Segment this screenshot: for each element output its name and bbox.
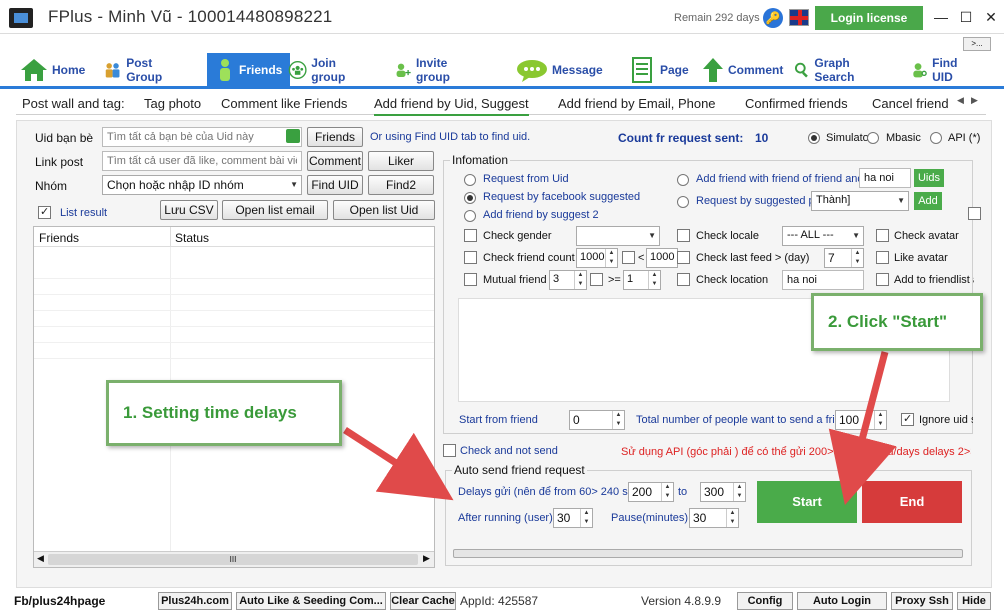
version: Version 4.8.9.9	[641, 594, 722, 608]
hide-button[interactable]: Hide	[957, 592, 991, 610]
arrow-to-delays	[343, 427, 454, 501]
plus24h-button[interactable]: Plus24h.com	[158, 592, 232, 610]
proxy-ssh-button[interactable]: Proxy Ssh	[891, 592, 953, 610]
config-button[interactable]: Config	[737, 592, 793, 610]
auto-like-button[interactable]: Auto Like & Seeding Com...	[236, 592, 386, 610]
callout-start: 2. Click "Start"	[811, 293, 983, 351]
app-id: AppId: 425587	[460, 594, 539, 608]
auto-login-button[interactable]: Auto Login	[797, 592, 887, 610]
fanpage-label: Fb/plus24hpage	[14, 594, 106, 608]
clear-cache-button[interactable]: Clear Cache	[390, 592, 456, 610]
arrow-to-start	[828, 351, 897, 506]
callout-delays: 1. Setting time delays	[106, 380, 342, 446]
